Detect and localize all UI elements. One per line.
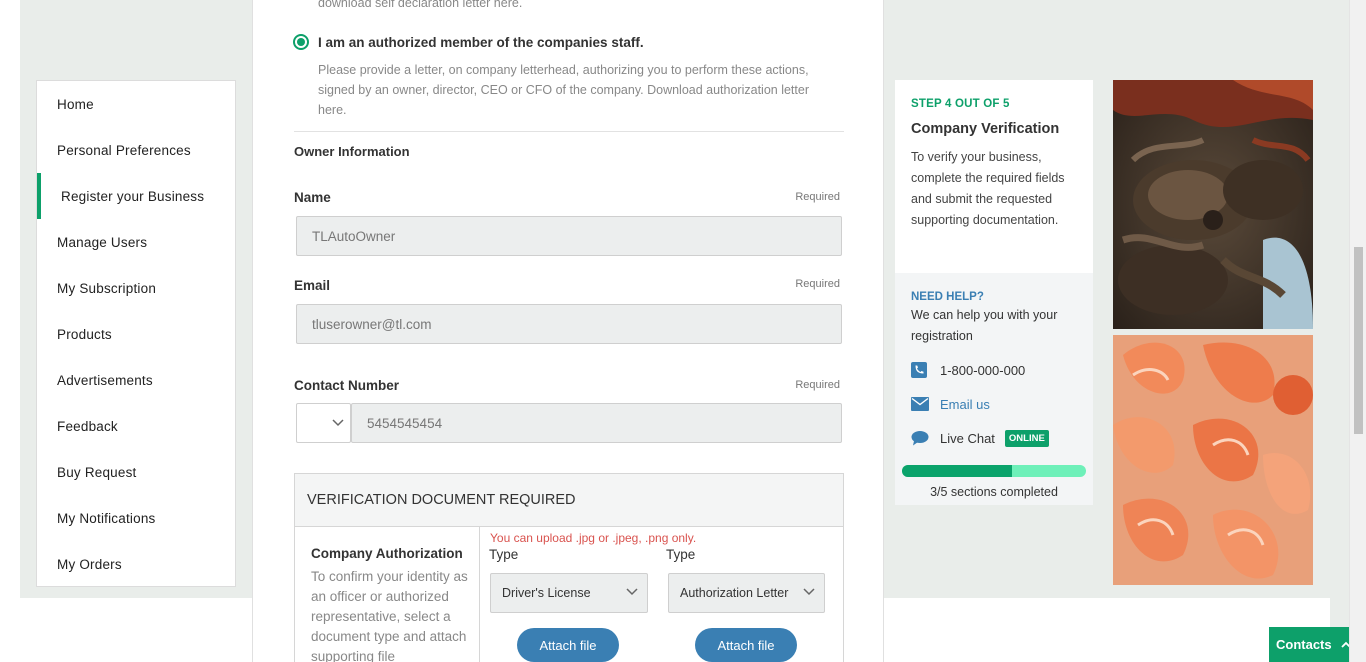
sidebar-item-advertisements[interactable]: Advertisements <box>37 357 235 403</box>
authorization-letter-description: Please provide a letter, on company lett… <box>318 63 809 117</box>
need-help-heading: NEED HELP? <box>911 291 984 303</box>
phone-contact[interactable]: 1-800-000-000 <box>911 359 1077 381</box>
sidebar-item-my-subscription[interactable]: My Subscription <box>37 265 235 311</box>
radio-label: I am an authorized member of the compani… <box>318 34 644 50</box>
help-panel: NEED HELP? We can help you with your reg… <box>895 273 1093 505</box>
radio-dot <box>297 38 305 46</box>
progress-text: 3/5 sections completed <box>930 485 1058 499</box>
type-label: Type <box>489 547 519 562</box>
sidebar-item-label: My Orders <box>57 556 122 572</box>
divider <box>479 527 480 662</box>
name-field[interactable]: TLAutoOwner <box>296 216 842 256</box>
select-value: Authorization Letter <box>680 586 789 600</box>
required-label: Required <box>795 191 840 203</box>
envelope-icon <box>911 397 931 411</box>
sidebar-item-my-notifications[interactable]: My Notifications <box>37 495 235 541</box>
verification-document-section: VERIFICATION DOCUMENT REQUIRED Company A… <box>294 473 844 662</box>
sidebar-item-my-orders[interactable]: My Orders <box>37 541 235 587</box>
company-authorization-info: Company Authorization To confirm your id… <box>311 546 476 662</box>
authorized-staff-option[interactable]: I am an authorized member of the compani… <box>293 34 644 50</box>
upload-format-note: You can upload .jpg or .jpeg, .png only. <box>490 531 697 545</box>
chevron-down-icon <box>803 588 815 596</box>
step-progress-card: STEP 4 OUT OF 5 Company Verification To … <box>895 80 1093 505</box>
contact-number-field[interactable]: 5454545454 <box>351 403 842 443</box>
type-label: Type <box>666 547 696 562</box>
sidebar-item-label: Buy Request <box>57 464 137 480</box>
email-field[interactable]: tluserowner@tl.com <box>296 304 842 344</box>
company-authorization-desc: To confirm your identity as an officer o… <box>311 569 468 662</box>
registration-form: download self declaration letter here. I… <box>252 0 884 662</box>
sidebar-item-label: My Subscription <box>57 280 157 296</box>
sidebar-item-label: Manage Users <box>57 234 148 250</box>
sidebar-item-label: Personal Preferences <box>57 142 191 158</box>
contact-number-label: Contact Number <box>294 378 400 393</box>
required-label: Required <box>795 278 840 290</box>
sidebar-item-products[interactable]: Products <box>37 311 235 357</box>
document-type-select-2[interactable]: Authorization Letter <box>668 573 825 613</box>
chat-bubble-icon <box>911 430 931 446</box>
sections-progress-bar <box>902 465 1086 477</box>
sidebar-item-personal-preferences[interactable]: Personal Preferences <box>37 127 235 173</box>
sidebar-item-label: Home <box>57 96 94 112</box>
sidebar-nav: Home Personal Preferences Register your … <box>36 80 236 587</box>
progress-fill <box>902 465 1013 477</box>
sidebar-item-home[interactable]: Home <box>37 81 235 127</box>
sidebar-item-feedback[interactable]: Feedback <box>37 403 235 449</box>
step-description: To verify your business, complete the re… <box>911 150 1065 227</box>
attach-file-button[interactable]: Attach file <box>517 628 619 662</box>
email-label: Email <box>294 278 331 293</box>
divider <box>294 131 844 132</box>
page-margin <box>0 0 20 662</box>
required-label: Required <box>795 379 840 391</box>
chevron-down-icon <box>332 419 344 427</box>
sidebar-item-label: Products <box>57 326 112 342</box>
page-scrollbar[interactable] <box>1349 0 1366 662</box>
live-chat-link[interactable]: Live Chat ONLINE <box>911 427 1077 449</box>
self-declaration-text: download self declaration letter here. <box>318 0 523 10</box>
sidebar-item-manage-users[interactable]: Manage Users <box>37 219 235 265</box>
online-status-badge: ONLINE <box>1004 429 1049 447</box>
email-us-label: Email us <box>940 396 990 412</box>
country-code-select[interactable] <box>296 403 351 443</box>
name-label: Name <box>294 190 331 205</box>
sidebar-item-label: Register your Business <box>61 188 205 204</box>
step-title: Company Verification <box>911 121 1060 137</box>
company-authorization-title: Company Authorization <box>311 546 463 561</box>
sidebar-item-label: Advertisements <box>57 372 153 388</box>
radio-selected[interactable] <box>293 34 309 50</box>
document-type-select-1[interactable]: Driver's License <box>490 573 648 613</box>
select-value: Driver's License <box>502 586 591 600</box>
owner-information-heading: Owner Information <box>294 144 410 159</box>
shrimp-photo <box>1113 335 1313 585</box>
step-indicator: STEP 4 OUT OF 5 <box>911 98 1010 110</box>
crab-photo <box>1113 80 1313 329</box>
help-description: We can help you with your registration <box>911 308 1058 343</box>
live-chat-label: Live Chat <box>940 430 995 446</box>
sidebar-item-buy-request[interactable]: Buy Request <box>37 449 235 495</box>
attach-file-button[interactable]: Attach file <box>695 628 797 662</box>
contacts-label: Contacts <box>1276 637 1332 652</box>
email-us-link[interactable]: Email us <box>911 393 1077 415</box>
sidebar-item-label: My Notifications <box>57 510 156 526</box>
sidebar-item-label: Feedback <box>57 418 118 434</box>
phone-icon <box>911 362 931 378</box>
scrollbar-thumb[interactable] <box>1354 247 1363 434</box>
sidebar-item-register-business[interactable]: Register your Business <box>37 173 235 219</box>
phone-number: 1-800-000-000 <box>940 362 1026 378</box>
verification-header: VERIFICATION DOCUMENT REQUIRED <box>295 474 843 527</box>
chevron-down-icon <box>626 588 638 596</box>
